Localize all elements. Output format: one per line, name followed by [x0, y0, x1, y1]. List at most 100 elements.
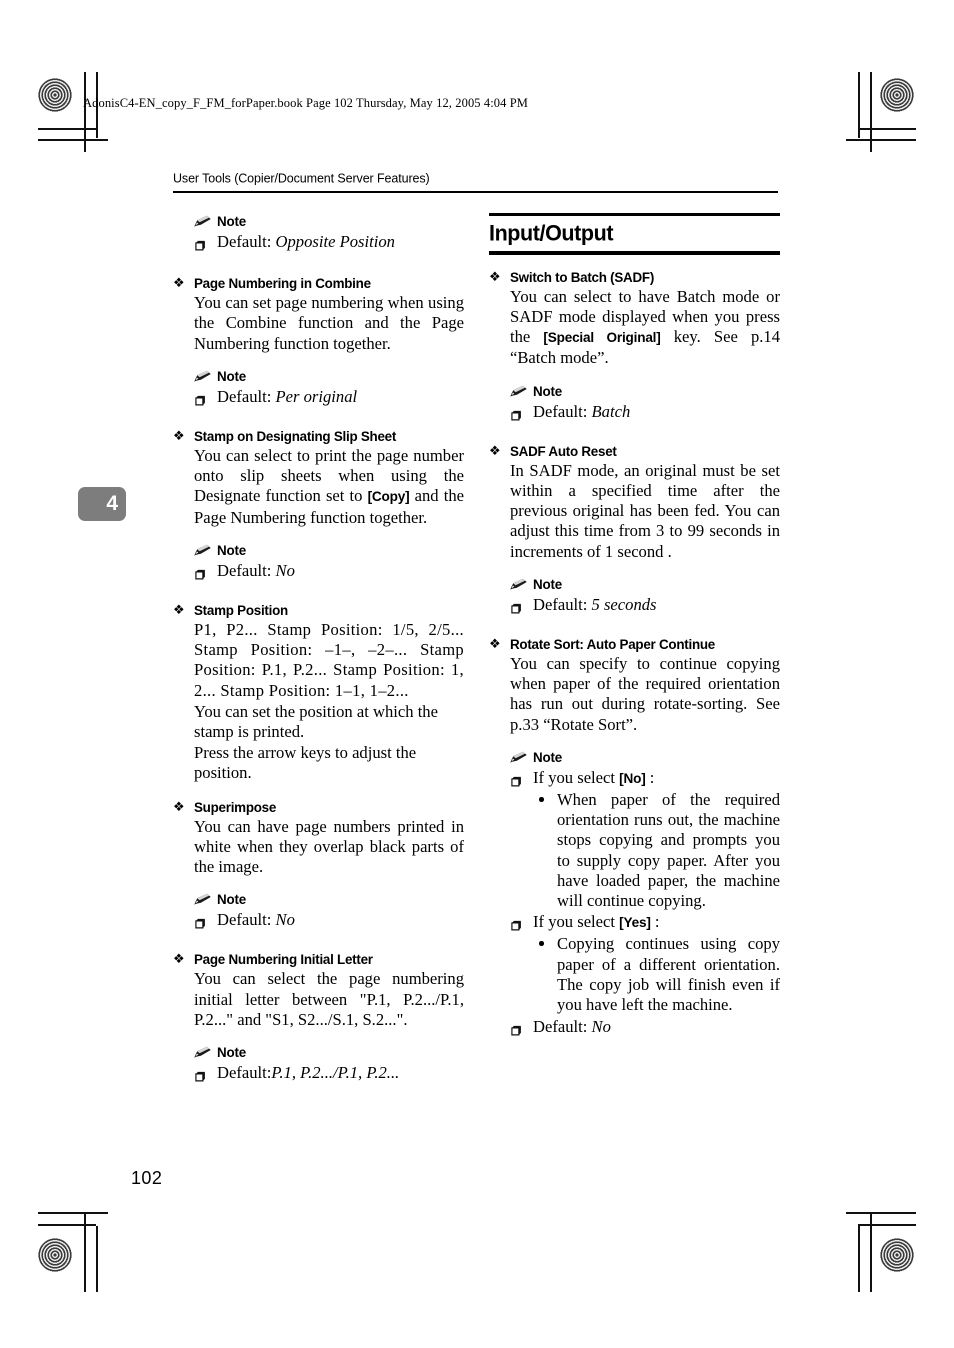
- diamond-bullet-icon: ❖: [173, 276, 185, 292]
- crop-line: [846, 139, 916, 141]
- note-item: Default: 5 seconds: [510, 595, 780, 615]
- note-item-value: No: [275, 560, 295, 580]
- square-icon: [511, 1021, 522, 1036]
- registration-dot-top-right: [880, 78, 914, 112]
- section-paragraph: You can set page numbering when using th…: [194, 293, 464, 353]
- diamond-bullet-icon: ❖: [489, 269, 501, 285]
- section-heading-text: Switch to Batch (SADF): [510, 269, 655, 285]
- section-paragraph: You can select to print the page number …: [173, 446, 464, 528]
- key-reference: [No]: [619, 770, 646, 786]
- diamond-bullet-icon: ❖: [173, 799, 185, 815]
- crop-line: [858, 72, 860, 138]
- key-reference: [Yes]: [619, 915, 651, 931]
- note-item-suffix: :: [650, 912, 660, 932]
- running-header-text: User Tools (Copier/Document Server Featu…: [173, 170, 430, 186]
- note-item-prefix: Default:: [533, 401, 592, 421]
- note-item-value: 5 seconds: [591, 594, 657, 614]
- banner-title: Input/Output: [489, 220, 614, 246]
- note-item-prefix: Default:: [217, 910, 276, 930]
- note-item-value: Batch: [591, 401, 631, 421]
- note-item: Default: Opposite Position: [194, 232, 464, 252]
- crop-line: [870, 72, 872, 152]
- square-icon: [195, 1067, 206, 1082]
- note-items: Default: No: [194, 910, 464, 930]
- note-item: Default: No: [510, 1017, 780, 1037]
- note-item: If you select [Yes] :: [510, 912, 780, 933]
- section-heading-text: SADF Auto Reset: [510, 443, 617, 459]
- section-paragraph: P1, P2... Stamp Position: 1/5, 2/5... St…: [194, 620, 464, 700]
- section-heading: ❖ Rotate Sort: Auto Paper Continue: [489, 636, 780, 653]
- note-item: Default: Batch: [510, 402, 780, 422]
- running-header-rule: [173, 191, 778, 193]
- chapter-tab: 4: [78, 487, 126, 521]
- note-heading-text: Note: [533, 576, 562, 592]
- note-items: Default: Batch: [510, 402, 780, 422]
- crop-line: [84, 1212, 86, 1292]
- note-heading-text: Note: [217, 214, 246, 229]
- chapter-number: 4: [106, 492, 118, 515]
- pencil-icon: [194, 215, 212, 228]
- note-items: Default:P.1, P.2.../P.1, P.2...: [194, 1063, 464, 1083]
- note-heading-text: Note: [533, 383, 562, 399]
- key-reference: [Copy]: [367, 489, 410, 505]
- square-icon: [195, 565, 206, 580]
- note-item-prefix: Default:: [217, 386, 276, 406]
- registration-crosshair-bottom-2: [847, 1222, 893, 1268]
- registration-crosshair-mid-left: [47, 648, 93, 694]
- square-icon: [511, 772, 522, 787]
- note-heading-text: Note: [217, 542, 246, 558]
- section-paragraph: You can select the page numbering initia…: [194, 969, 464, 1029]
- crop-line: [38, 128, 96, 130]
- dot-bullet-icon: [539, 941, 544, 947]
- sub-list-item: Copying continues using copy paper of a …: [533, 934, 780, 1015]
- prepress-marks-layer: [0, 0, 954, 1348]
- note-heading: Note: [194, 368, 464, 385]
- note-heading: Note: [510, 576, 780, 593]
- section-paragraph: You can select to have Batch mode or SAD…: [489, 287, 780, 369]
- section-page-numbering-initial-letter: ❖ Page Numbering Initial Letter You can …: [173, 951, 464, 1083]
- section-rotate-sort-auto-paper-continue: ❖ Rotate Sort: Auto Paper Continue You c…: [489, 636, 780, 1037]
- sub-list: When paper of the required orientation r…: [510, 790, 780, 911]
- note-item-prefix: If you select: [533, 767, 620, 787]
- left-column: Note Default: Opposite Position ❖ Page N…: [173, 213, 464, 1083]
- registration-crosshair-left: [40, 140, 86, 186]
- note-heading-text: Note: [217, 892, 246, 908]
- section-heading-text: Stamp Position: [194, 603, 288, 619]
- note-item-value: P.1, P.2.../P.1, P.2...: [271, 1063, 400, 1083]
- crop-line: [846, 1212, 916, 1214]
- note-item-prefix: Default:: [533, 594, 592, 614]
- section-sadf-auto-reset: ❖ SADF Auto Reset In SADF mode, an origi…: [489, 443, 780, 615]
- registration-crosshair-mid-bottom: [454, 1222, 500, 1268]
- file-stamp: AdonisC4-EN_copy_F_FM_forPaper.book Page…: [83, 96, 528, 110]
- diamond-bullet-icon: ❖: [489, 443, 501, 459]
- registration-dot-bottom-left: [38, 1238, 72, 1272]
- note-heading: Note: [510, 383, 780, 400]
- section-paragraph: In SADF mode, an original must be set wi…: [510, 460, 780, 561]
- section-page-numbering-in-combine: ❖ Page Numbering in Combine You can set …: [173, 275, 464, 407]
- note-item-suffix: :: [645, 767, 655, 787]
- note-item: Default: Per original: [194, 387, 464, 407]
- note-item-prefix: Default:: [533, 1017, 592, 1037]
- pencil-icon: [194, 893, 212, 906]
- section-heading: ❖ Stamp Position: [173, 602, 464, 619]
- note-items: Default: 5 seconds: [510, 595, 780, 615]
- section-heading-text: Stamp on Designating Slip Sheet: [194, 429, 397, 445]
- note-items: Default: Per original: [194, 387, 464, 407]
- diamond-bullet-icon: ❖: [173, 603, 185, 619]
- square-icon: [511, 599, 522, 614]
- note-heading: Note: [194, 891, 464, 908]
- note-heading: Note: [510, 749, 780, 766]
- note-block: Note Default: Opposite Position: [173, 213, 464, 252]
- section-banner-input-output: Input/Output: [489, 213, 780, 255]
- section-heading: ❖ Switch to Batch (SADF): [489, 269, 780, 286]
- pencil-icon: [194, 1046, 212, 1059]
- pencil-icon: [194, 544, 212, 557]
- square-icon: [195, 914, 206, 929]
- crop-line: [96, 1226, 98, 1292]
- note-heading-text: Note: [533, 749, 562, 765]
- section-switch-to-batch-sadf: ❖ Switch to Batch (SADF) You can select …: [489, 269, 780, 422]
- note-heading: Note: [194, 213, 464, 230]
- section-paragraph: Press the arrow keys to adjust the posit…: [194, 743, 417, 783]
- diamond-bullet-icon: ❖: [173, 952, 185, 968]
- crop-line: [858, 128, 916, 130]
